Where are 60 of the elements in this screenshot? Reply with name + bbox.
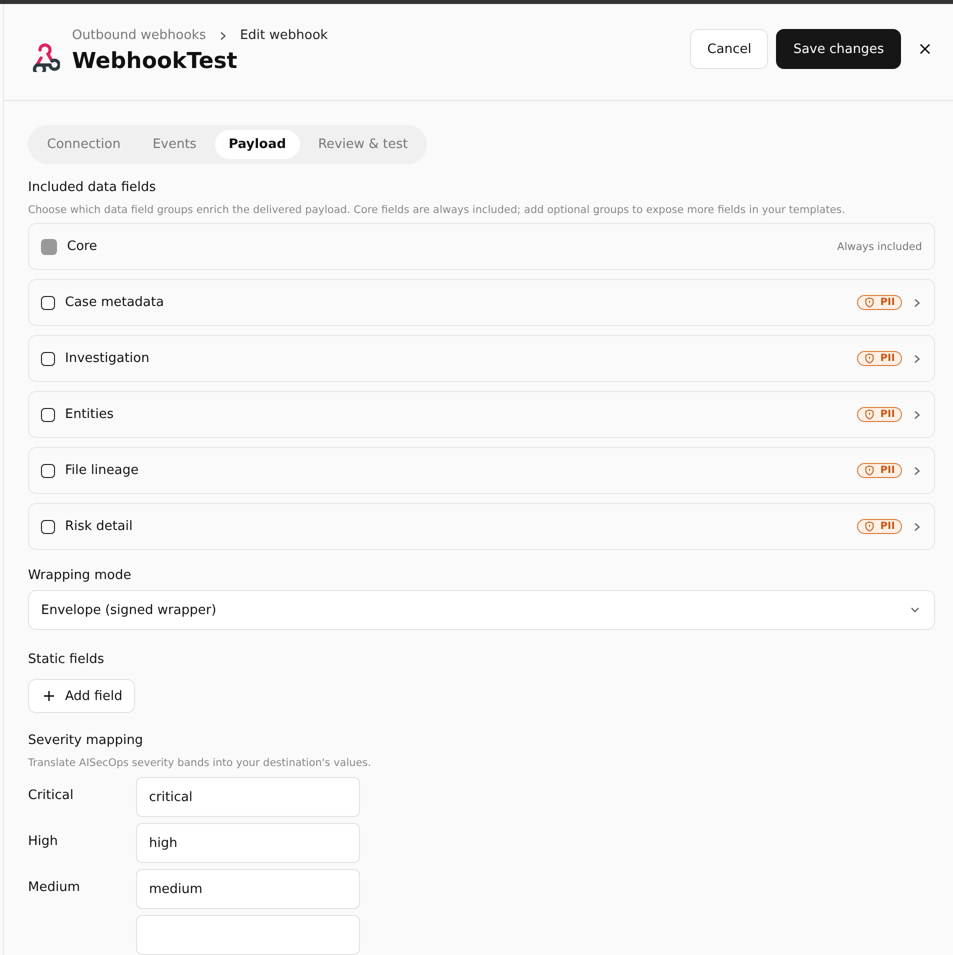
field-group-row[interactable]: Case metadata PII <box>28 279 935 326</box>
input-field[interactable]: critical <box>136 777 360 817</box>
chevron-right-icon <box>912 522 922 532</box>
checkbox[interactable] <box>41 520 55 534</box>
shield-icon <box>864 465 876 476</box>
tab[interactable]: Review & test <box>304 130 422 159</box>
breadcrumb-link[interactable]: Outbound webhooks <box>72 28 206 43</box>
section-heading: Included data fields <box>28 180 157 195</box>
breadcrumb-current: Edit webhook <box>240 28 328 43</box>
checkbox[interactable] <box>41 408 55 422</box>
field-group-name: Investigation <box>65 351 150 366</box>
section-description: Choose which data field groups enrich the delivered payload. Core fields are always included; add optional groups to expose more fields in your templates. <box>28 204 846 216</box>
field-group-name: Entities <box>65 407 115 422</box>
page-title: WebhookTest <box>72 49 238 74</box>
pii-badge: PII <box>857 407 902 422</box>
chevron-right-icon <box>912 466 922 476</box>
plus-icon <box>43 690 55 702</box>
pii-badge: PII <box>857 351 902 366</box>
field-group-name: Risk detail <box>65 519 134 534</box>
always-included-note: Always included <box>837 240 922 252</box>
shield-icon <box>864 521 876 532</box>
pii-badge: PII <box>857 295 902 310</box>
field-group-row[interactable]: Entities PII <box>28 391 935 438</box>
shield-icon <box>864 297 876 308</box>
checkbox[interactable] <box>41 296 55 310</box>
input-field[interactable] <box>136 915 360 955</box>
tab[interactable]: Connection <box>33 130 135 159</box>
section-heading: Severity mapping <box>28 733 144 748</box>
wrapping-mode-dropdown[interactable]: Envelope (signed wrapper) <box>28 590 935 630</box>
add-field-button[interactable]: Add field <box>28 679 136 713</box>
field-group-name: Case metadata <box>65 295 165 310</box>
chevron-right-icon <box>912 298 922 308</box>
shield-icon <box>864 353 876 364</box>
field-group-name: File lineage <box>65 463 140 478</box>
field-group-row[interactable]: Core Always included <box>28 223 935 270</box>
input-field[interactable]: high <box>136 823 360 863</box>
save-button[interactable]: Save changes <box>776 29 901 69</box>
severity-label: Medium <box>28 879 81 895</box>
field-label: Static fields <box>28 652 106 667</box>
tab[interactable]: Events <box>138 130 211 159</box>
field-label: Wrapping mode <box>28 568 132 583</box>
chevron-right-icon <box>912 410 922 420</box>
severity-label: Critical <box>28 787 74 803</box>
checkbox[interactable] <box>41 464 55 478</box>
field-group-row[interactable]: Risk detail PII <box>28 503 935 550</box>
chevron-right-icon <box>912 354 922 364</box>
pii-badge: PII <box>857 463 902 478</box>
checkbox[interactable] <box>41 352 55 366</box>
close-icon <box>919 43 931 55</box>
section-description: Translate AISecOps severity bands into your destination's values. <box>28 757 372 769</box>
severity-label: High <box>28 833 59 849</box>
pii-badge: PII <box>857 519 902 534</box>
chevron-down-icon <box>910 605 920 615</box>
field-group-row[interactable]: Investigation PII <box>28 335 935 382</box>
field-group-name: Core <box>67 239 98 254</box>
field-group-row[interactable]: File lineage PII <box>28 447 935 494</box>
shield-icon <box>864 409 876 420</box>
input-field[interactable]: medium <box>136 869 360 909</box>
tab[interactable]: Payload <box>214 130 300 159</box>
cancel-button[interactable]: Cancel <box>690 29 768 69</box>
